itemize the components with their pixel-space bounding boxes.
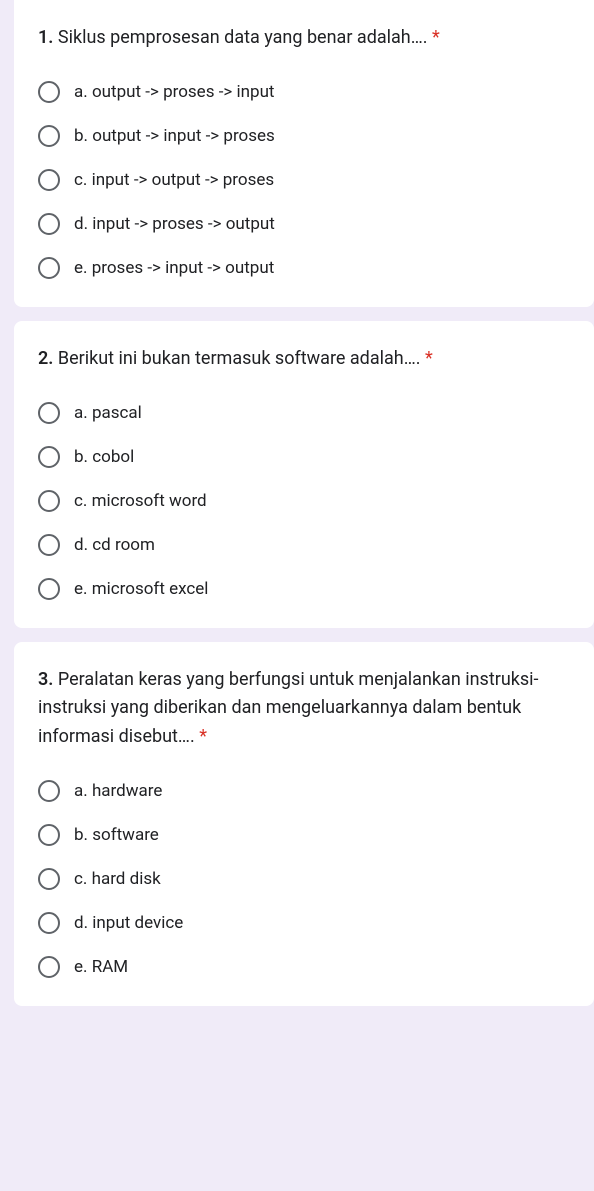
- radio-option[interactable]: a. hardware: [38, 780, 570, 802]
- option-label: b. cobol: [74, 447, 134, 467]
- radio-option[interactable]: a. pascal: [38, 402, 570, 424]
- radio-icon: [38, 257, 60, 279]
- radio-option[interactable]: a. output -> proses -> input: [38, 81, 570, 103]
- radio-icon: [38, 534, 60, 556]
- option-label: a. pascal: [74, 403, 142, 423]
- question-body: Berikut ini bukan termasuk software adal…: [58, 348, 421, 369]
- question-card-3: 3. Peralatan keras yang berfungsi untuk …: [14, 642, 594, 1006]
- option-label: a. hardware: [74, 781, 162, 801]
- question-card-2: 2. Berikut ini bukan termasuk software a…: [14, 321, 594, 628]
- option-label: d. input device: [74, 913, 183, 933]
- required-asterisk: *: [432, 27, 440, 48]
- option-label: c. input -> output -> proses: [74, 170, 274, 190]
- radio-option[interactable]: c. input -> output -> proses: [38, 169, 570, 191]
- radio-option[interactable]: b. software: [38, 824, 570, 846]
- radio-option[interactable]: c. hard disk: [38, 868, 570, 890]
- radio-icon: [38, 213, 60, 235]
- question-body: Peralatan keras yang berfungsi untuk men…: [38, 669, 539, 748]
- option-label: b. output -> input -> proses: [74, 126, 275, 146]
- question-text: 3. Peralatan keras yang berfungsi untuk …: [38, 666, 570, 752]
- radio-icon: [38, 956, 60, 978]
- option-label: e. microsoft excel: [74, 579, 208, 599]
- radio-option[interactable]: d. input -> proses -> output: [38, 213, 570, 235]
- radio-icon: [38, 868, 60, 890]
- question-card-1: 1. Siklus pemprosesan data yang benar ad…: [14, 0, 594, 307]
- option-label: e. proses -> input -> output: [74, 258, 274, 278]
- option-label: d. cd room: [74, 535, 155, 555]
- radio-icon: [38, 125, 60, 147]
- radio-icon: [38, 780, 60, 802]
- radio-icon: [38, 490, 60, 512]
- question-number: 1.: [38, 27, 53, 48]
- radio-option[interactable]: d. cd room: [38, 534, 570, 556]
- radio-option[interactable]: e. RAM: [38, 956, 570, 978]
- radio-icon: [38, 824, 60, 846]
- radio-icon: [38, 578, 60, 600]
- radio-option[interactable]: b. output -> input -> proses: [38, 125, 570, 147]
- question-text: 1. Siklus pemprosesan data yang benar ad…: [38, 24, 570, 53]
- radio-icon: [38, 912, 60, 934]
- radio-icon: [38, 402, 60, 424]
- radio-option[interactable]: e. microsoft excel: [38, 578, 570, 600]
- required-asterisk: *: [425, 348, 433, 369]
- option-label: a. output -> proses -> input: [74, 82, 275, 102]
- radio-option[interactable]: c. microsoft word: [38, 490, 570, 512]
- option-label: b. software: [74, 825, 159, 845]
- required-asterisk: *: [199, 726, 207, 747]
- radio-option[interactable]: b. cobol: [38, 446, 570, 468]
- radio-icon: [38, 446, 60, 468]
- radio-icon: [38, 81, 60, 103]
- option-label: d. input -> proses -> output: [74, 214, 275, 234]
- option-label: e. RAM: [74, 957, 128, 977]
- radio-option[interactable]: e. proses -> input -> output: [38, 257, 570, 279]
- radio-option[interactable]: d. input device: [38, 912, 570, 934]
- question-body: Siklus pemprosesan data yang benar adala…: [58, 27, 428, 48]
- question-number: 2.: [38, 348, 53, 369]
- option-label: c. hard disk: [74, 869, 161, 889]
- question-text: 2. Berikut ini bukan termasuk software a…: [38, 345, 570, 374]
- option-label: c. microsoft word: [74, 491, 207, 511]
- question-number: 3.: [38, 669, 53, 690]
- radio-icon: [38, 169, 60, 191]
